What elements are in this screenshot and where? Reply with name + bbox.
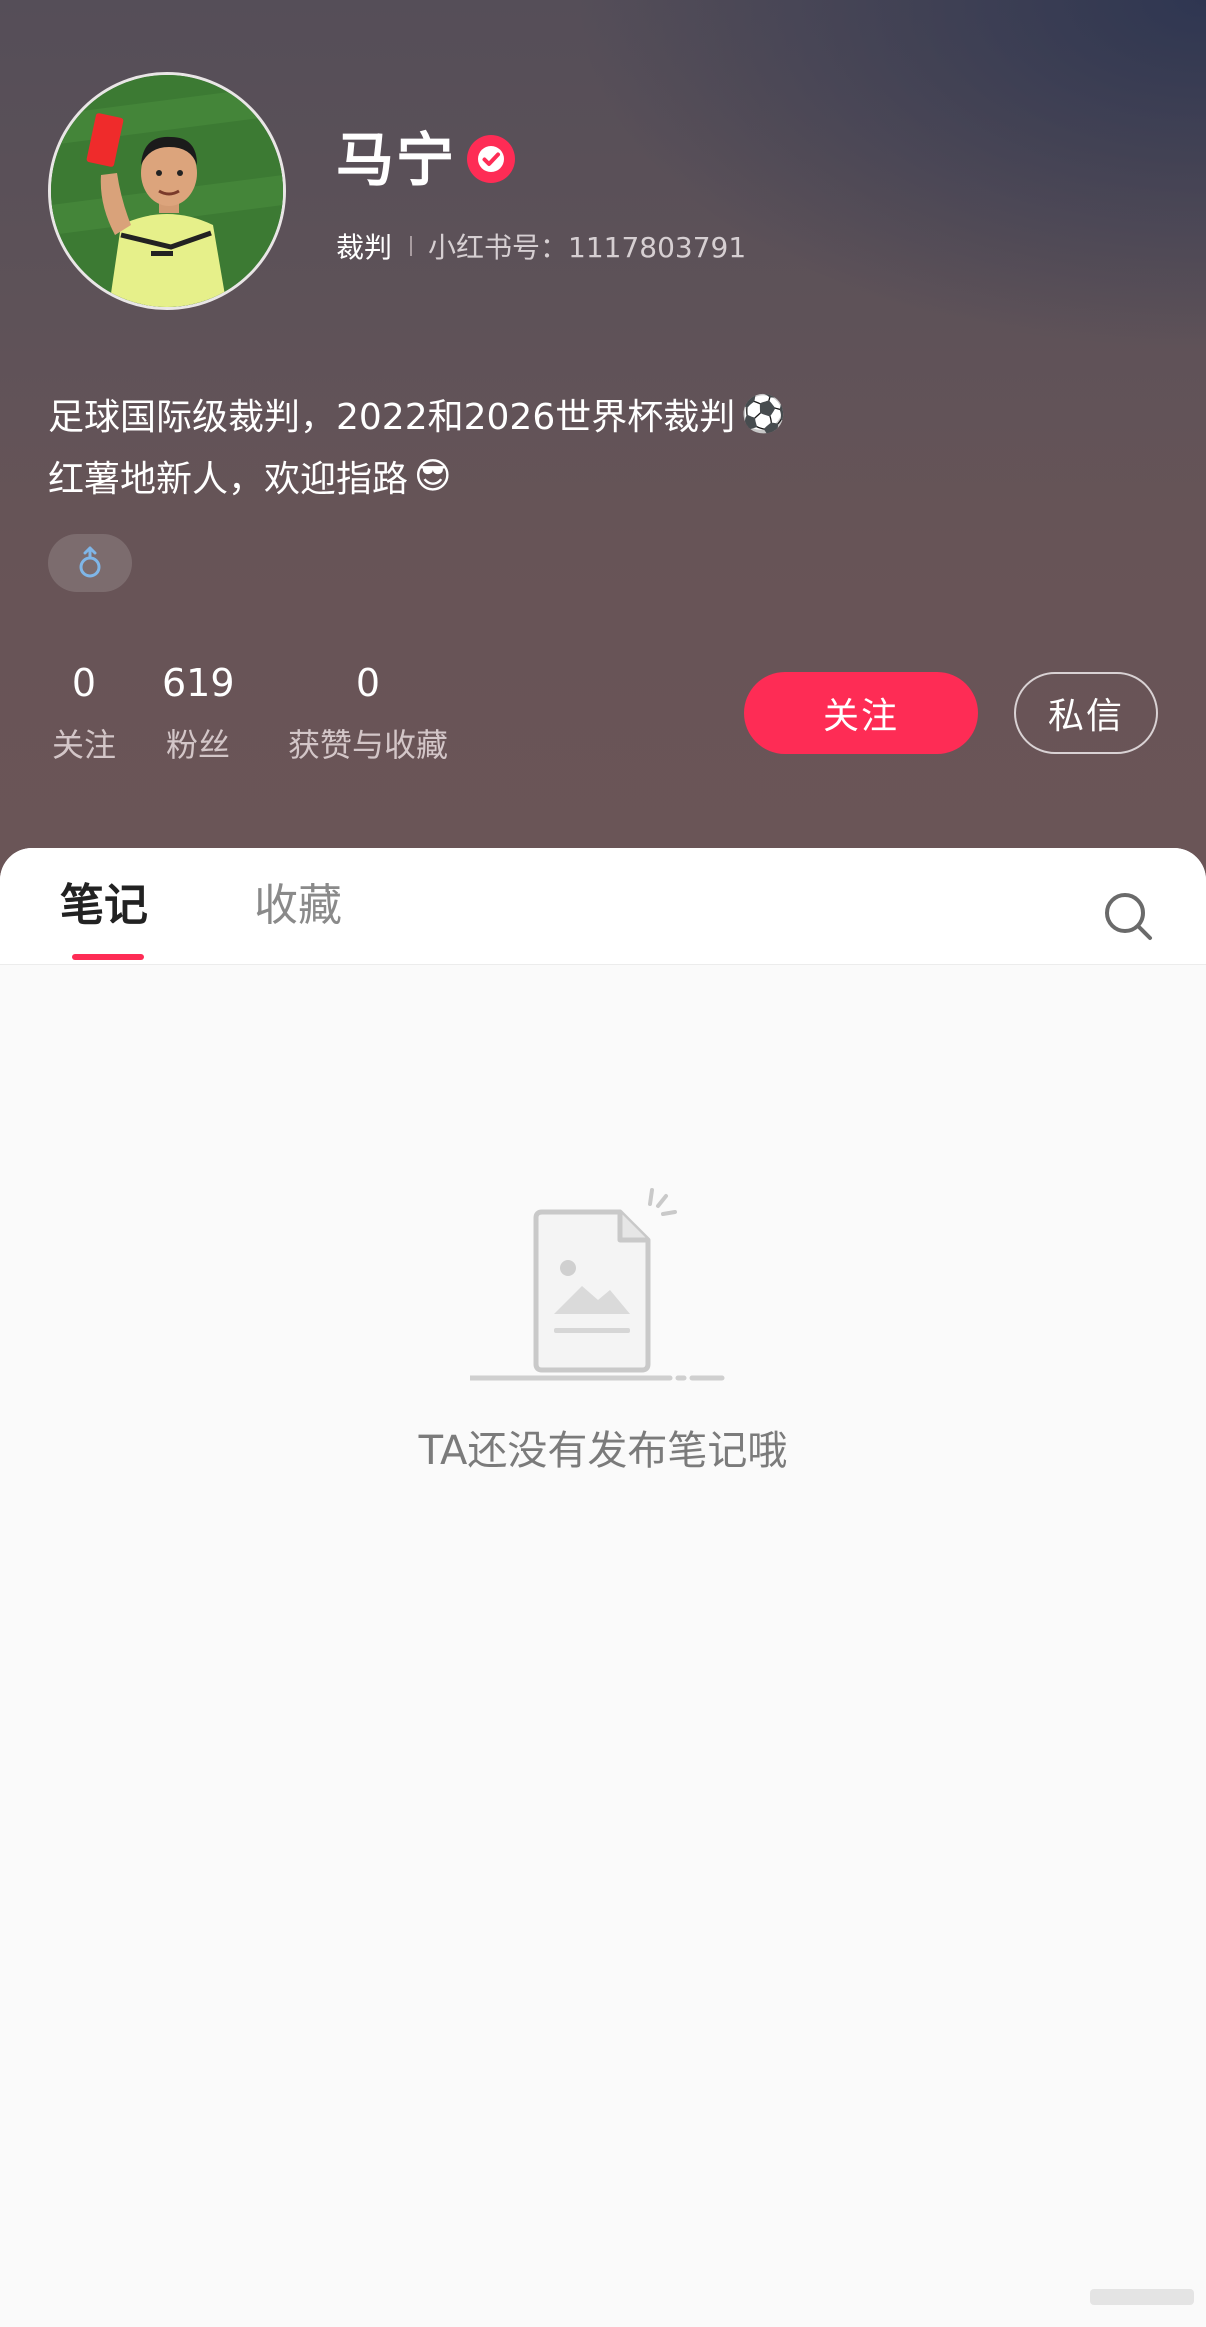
tab-notes[interactable]: 笔记 — [60, 878, 148, 934]
tab-bar: 笔记 收藏 — [0, 848, 1206, 965]
search-icon[interactable] — [1100, 888, 1156, 944]
avatar-photo — [51, 75, 283, 307]
empty-state-text: TA还没有发布笔记哦 — [418, 1428, 788, 1474]
profile-page: 马宁 裁判 小红书号：1117803791 足球国际级裁判，2022和2026世… — [0, 0, 1206, 2327]
home-indicator — [1090, 2289, 1194, 2305]
avatar[interactable] — [48, 72, 286, 310]
stat-following-label: 关注 — [51, 726, 116, 764]
stat-likes-collections[interactable]: 0 获赞与收藏 — [278, 656, 458, 772]
active-tab-indicator — [72, 954, 144, 960]
bio-line-1: 足球国际级裁判，2022和2026世界杯裁判 ⚽ — [48, 388, 786, 440]
stat-likes-count: 0 — [355, 661, 381, 705]
content-sheet: 笔记 收藏 TA还没有发布笔记哦 — [0, 848, 1206, 2327]
subline-divider — [410, 236, 413, 256]
stat-following-count: 0 — [71, 661, 97, 705]
stat-followers[interactable]: 619 粉丝 — [162, 656, 235, 772]
stat-likes-label: 获赞与收藏 — [287, 726, 448, 764]
empty-notes-illustration-icon — [470, 1188, 725, 1381]
follow-button[interactable]: 关注 — [744, 672, 978, 754]
verified-badge-icon — [467, 135, 515, 183]
tab-collections[interactable]: 收藏 — [254, 878, 342, 934]
stat-followers-count: 619 — [162, 661, 235, 705]
male-icon — [79, 546, 101, 578]
profile-name: 马宁 — [336, 126, 457, 194]
bio-line-1-text: 足球国际级裁判，2022和2026世界杯裁判 — [48, 397, 736, 438]
stat-followers-label: 粉丝 — [165, 726, 230, 764]
bio-line-2-text: 红薯地新人，欢迎指路 — [48, 459, 409, 500]
bio-line-2: 红薯地新人，欢迎指路 😎 — [48, 450, 452, 502]
stat-following[interactable]: 0 关注 — [48, 656, 120, 772]
sunglasses-face-icon: 😎 — [414, 455, 452, 497]
profile-role: 裁判 — [336, 231, 393, 264]
gender-tag — [48, 534, 132, 592]
message-button[interactable]: 私信 — [1014, 672, 1158, 754]
profile-id[interactable]: 小红书号：1117803791 — [428, 226, 746, 266]
profile-subline: 裁判 小红书号：1117803791 — [336, 228, 746, 264]
profile-header: 马宁 裁判 小红书号：1117803791 足球国际级裁判，2022和2026世… — [0, 0, 1206, 900]
soccer-ball-icon: ⚽ — [741, 394, 787, 435]
